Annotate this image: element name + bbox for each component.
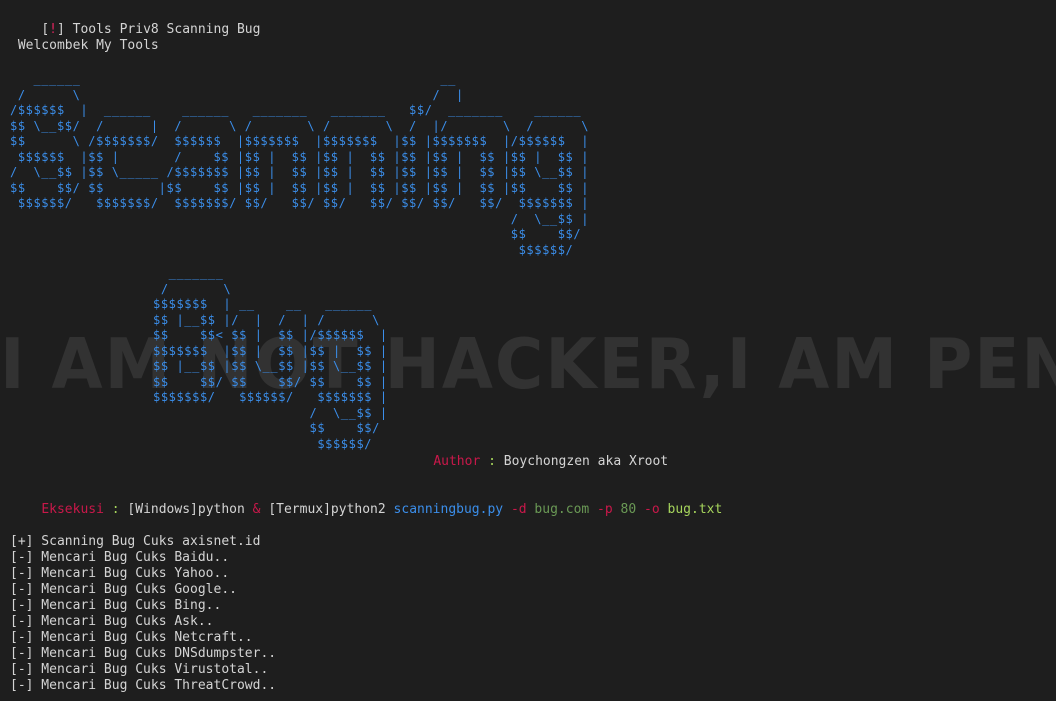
list-item: [-] Mencari Bug Cuks Virustotal.. — [10, 662, 269, 677]
list-item: [-] Mencari Bug Cuks ThreatCrowd.. — [10, 678, 277, 693]
ascii-art-bug: _______ / \ $$$$$$$ | __ __ ______ $$ |_… — [153, 266, 388, 451]
list-item: [-] Mencari Bug Cuks Yahoo.. — [10, 566, 230, 581]
command-output: bug.txt — [659, 502, 723, 517]
welcome-text: Welcombek My Tools — [10, 38, 159, 53]
list-item: [-] Mencari Bug Cuks Baidu.. — [10, 550, 230, 565]
command-line: Eksekusi : [Windows]python & [Termux]pyt… — [10, 486, 722, 534]
header-title: Tools Priv8 Scanning Bug — [64, 22, 261, 37]
author-value: Boychongzen aka Xroot — [503, 454, 669, 469]
command-label: Eksekusi — [41, 502, 104, 517]
author-separator: : — [480, 454, 504, 469]
command-domain: bug.com — [526, 502, 590, 517]
header-bracket-close: ] — [56, 22, 65, 37]
list-item: [+] Scanning Bug Cuks axisnet.id — [10, 534, 261, 549]
command-flag-o: -o — [636, 502, 660, 517]
command-separator: : — [103, 502, 128, 517]
command-windows: [Windows]python — [127, 502, 245, 517]
command-amp: & — [244, 502, 269, 517]
header-bang: ! — [49, 22, 57, 37]
list-item: [-] Mencari Bug Cuks Netcraft.. — [10, 630, 253, 645]
author-label: Author — [433, 454, 481, 469]
list-item: [-] Mencari Bug Cuks Bing.. — [10, 598, 222, 613]
list-item: [-] Mencari Bug Cuks Ask.. — [10, 614, 214, 629]
ascii-art-scanning: ______ __ / \ / | /$$$$$$ | ______ _____… — [10, 72, 590, 257]
list-item: [-] Mencari Bug Cuks Google.. — [10, 582, 237, 597]
list-item: [-] Mencari Bug Cuks DNSdumpster.. — [10, 646, 277, 661]
terminal-window[interactable]: I AM NOT HACKER,I AM PENT [!] Tools Priv… — [0, 0, 1056, 701]
command-flag-d: -d — [503, 502, 527, 517]
author-line: Author : Boychongzen aka Xroot — [402, 438, 668, 486]
command-script: scanningbug.py — [385, 502, 504, 517]
command-flag-p: -p — [589, 502, 613, 517]
command-termux: [Termux]python2 — [268, 502, 386, 517]
command-port: 80 — [612, 502, 637, 517]
scan-results-list: [+] Scanning Bug Cuks axisnet.id [-] Men… — [10, 534, 276, 694]
header-bracket-open: [ — [41, 22, 50, 37]
